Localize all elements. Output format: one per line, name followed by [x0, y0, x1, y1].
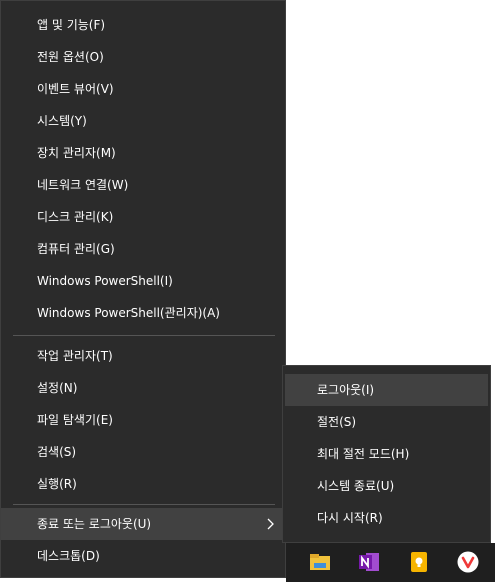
- chevron-right-icon: [267, 508, 275, 540]
- menu-item-file-explorer[interactable]: 파일 탐색기(E): [1, 404, 285, 436]
- menu-item-task-manager[interactable]: 작업 관리자(T): [1, 340, 285, 372]
- submenu-item-signout[interactable]: 로그아웃(I): [285, 374, 488, 406]
- menu-item-apps-features[interactable]: 앱 및 기능(F): [1, 9, 285, 41]
- menu-item-network[interactable]: 네트워크 연결(W): [1, 169, 285, 201]
- menu-item-computer-management[interactable]: 컴퓨터 관리(G): [1, 233, 285, 265]
- menu-item-event-viewer[interactable]: 이벤트 뷰어(V): [1, 73, 285, 105]
- menu-item-label: 종료 또는 로그아웃(U): [37, 517, 152, 531]
- menu-item-powershell[interactable]: Windows PowerShell(I): [1, 265, 285, 297]
- menu-item-power-options[interactable]: 전원 옵션(O): [1, 41, 285, 73]
- menu-item-system[interactable]: 시스템(Y): [1, 105, 285, 137]
- menu-item-settings[interactable]: 설정(N): [1, 372, 285, 404]
- winx-context-menu: 앱 및 기능(F) 전원 옵션(O) 이벤트 뷰어(V) 시스템(Y) 장치 관…: [0, 0, 286, 578]
- vivaldi-icon[interactable]: [456, 550, 480, 574]
- menu-item-device-manager[interactable]: 장치 관리자(M): [1, 137, 285, 169]
- menu-item-powershell-admin[interactable]: Windows PowerShell(관리자)(A): [1, 297, 285, 329]
- submenu-item-shutdown[interactable]: 시스템 종료(U): [285, 470, 488, 502]
- shutdown-submenu: 로그아웃(I) 절전(S) 최대 절전 모드(H) 시스템 종료(U) 다시 시…: [282, 365, 491, 543]
- menu-separator: [13, 335, 275, 336]
- submenu-item-hibernate[interactable]: 최대 절전 모드(H): [285, 438, 488, 470]
- file-explorer-icon[interactable]: [308, 550, 332, 574]
- taskbar: [286, 543, 495, 582]
- keep-icon[interactable]: [407, 550, 431, 574]
- submenu-item-sleep[interactable]: 절전(S): [285, 406, 488, 438]
- menu-item-disk-management[interactable]: 디스크 관리(K): [1, 201, 285, 233]
- menu-item-search[interactable]: 검색(S): [1, 436, 285, 468]
- onenote-icon[interactable]: [357, 550, 381, 574]
- menu-item-shutdown-signout[interactable]: 종료 또는 로그아웃(U): [1, 508, 285, 540]
- menu-item-desktop[interactable]: 데스크톱(D): [1, 540, 285, 572]
- menu-separator: [13, 504, 275, 505]
- menu-item-run[interactable]: 실행(R): [1, 468, 285, 500]
- submenu-item-restart[interactable]: 다시 시작(R): [285, 502, 488, 534]
